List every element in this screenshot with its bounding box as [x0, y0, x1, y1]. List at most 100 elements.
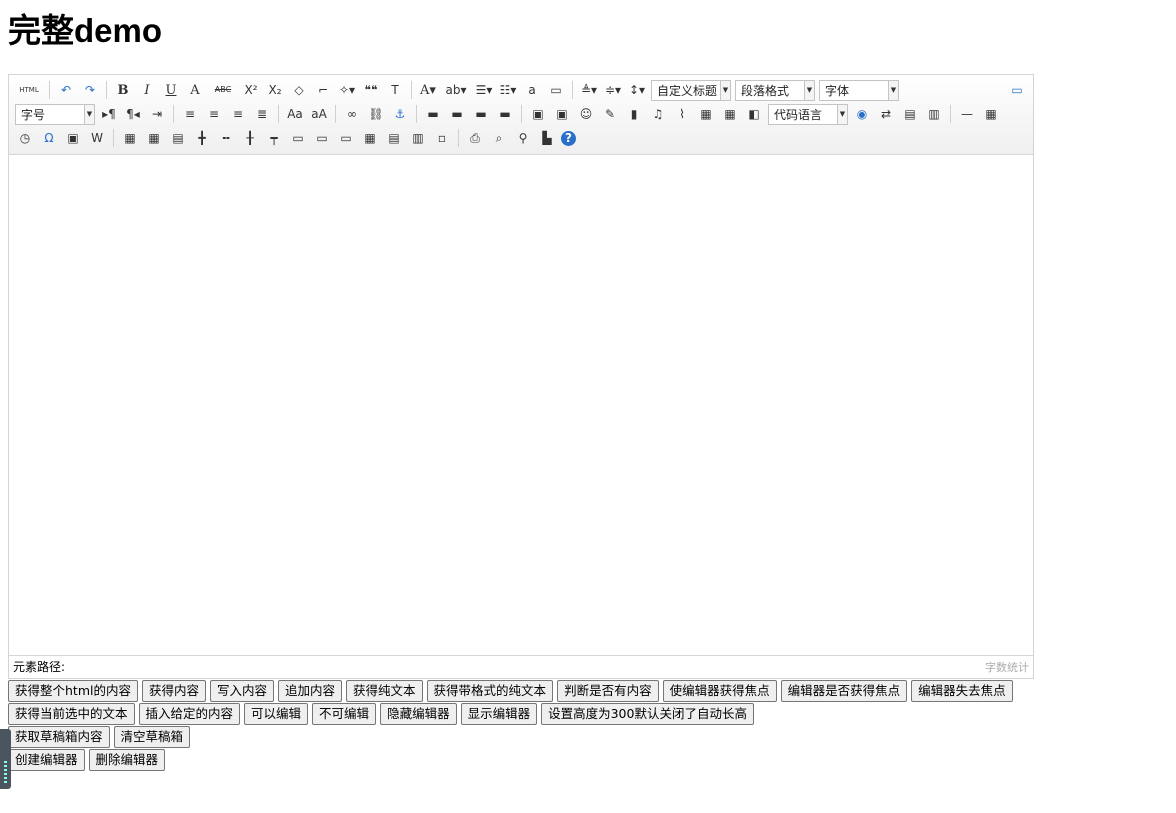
bold-icon[interactable]: B [113, 80, 133, 100]
action-button-row1-6[interactable]: 判断是否有内容 [557, 680, 659, 702]
split-to-cols-icon[interactable]: ▥ [408, 128, 428, 148]
snapscreen-icon[interactable]: ▣ [63, 128, 83, 148]
paste-plain-icon[interactable]: T [385, 80, 405, 100]
charts-icon[interactable]: ▫ [432, 128, 452, 148]
action-button-row4-1[interactable]: 删除编辑器 [88, 749, 166, 771]
auto-typeset-icon[interactable]: ✧▾ [337, 80, 357, 100]
paragraph-format-select[interactable]: 段落格式 ▼ [735, 79, 815, 101]
underline-icon[interactable]: U [161, 80, 181, 100]
font-family-select[interactable]: 字体 ▼ [819, 79, 899, 101]
delete-row-icon[interactable]: ╍ [216, 128, 236, 148]
subscript-icon[interactable]: X₂ [265, 80, 285, 100]
action-button-row1-2[interactable]: 写入内容 [210, 680, 275, 702]
preview-icon[interactable]: ⌕ [489, 128, 509, 148]
blockquote-icon[interactable]: ❝❝ [361, 80, 381, 100]
action-button-row2-2[interactable]: 可以编辑 [244, 703, 309, 725]
insert-frame-icon[interactable]: ◧ [744, 104, 764, 124]
template-icon[interactable]: ▤ [900, 104, 920, 124]
page-break-icon[interactable]: ⇄ [876, 104, 896, 124]
custom-heading-select[interactable]: 自定义标题 ▼ [651, 79, 731, 101]
format-match-icon[interactable]: ⌐ [313, 80, 333, 100]
time-icon[interactable]: ◷ [15, 128, 35, 148]
editor-content-area[interactable] [9, 155, 1033, 655]
action-button-row1-3[interactable]: 追加内容 [278, 680, 343, 702]
attachment-icon[interactable]: ⌇ [672, 104, 692, 124]
emotion-icon[interactable]: ☺ [576, 104, 596, 124]
action-button-row1-9[interactable]: 编辑器失去焦点 [911, 680, 1013, 702]
music-icon[interactable]: ♫ [648, 104, 668, 124]
image-left-icon[interactable]: ▬ [447, 104, 467, 124]
ordered-list-icon[interactable]: ☰▾ [474, 80, 494, 100]
redo-icon[interactable]: ↷ [80, 80, 100, 100]
select-all-icon[interactable]: a [522, 80, 542, 100]
action-button-row4-0[interactable]: 创建编辑器 [8, 749, 85, 771]
align-justify-icon[interactable]: ≣ [252, 104, 272, 124]
action-button-row1-8[interactable]: 编辑器是否获得焦点 [780, 680, 908, 702]
link-icon[interactable]: ∞ [342, 104, 362, 124]
font-size-select[interactable]: 字号 ▼ [15, 103, 95, 125]
insert-image-icon[interactable]: ▣ [552, 104, 572, 124]
split-to-cells-icon[interactable]: ▦ [360, 128, 380, 148]
print-icon[interactable]: ⎙ [465, 128, 485, 148]
undo-icon[interactable]: ↶ [56, 80, 76, 100]
superscript-icon[interactable]: X² [241, 80, 261, 100]
eraser-icon[interactable]: ◇ [289, 80, 309, 100]
gmap-icon[interactable]: ▦ [720, 104, 740, 124]
action-button-row2-5[interactable]: 显示编辑器 [460, 703, 538, 725]
simple-upload-icon[interactable]: ▣ [528, 104, 548, 124]
align-right-icon[interactable]: ≡ [228, 104, 248, 124]
web-app-icon[interactable]: ◉ [852, 104, 872, 124]
background-icon[interactable]: ▥ [924, 104, 944, 124]
action-button-row2-4[interactable]: 隐藏编辑器 [380, 703, 457, 725]
action-button-row3-0[interactable]: 获取草稿箱内容 [8, 726, 110, 748]
font-border-icon[interactable]: A [185, 80, 205, 100]
indent-icon[interactable]: ⇥ [147, 104, 167, 124]
italic-icon[interactable]: I [137, 80, 157, 100]
action-button-row2-6[interactable]: 设置高度为300默认关闭了自动长高 [541, 703, 754, 725]
search-replace-icon[interactable]: ⚲ [513, 128, 533, 148]
direction-rtl-icon[interactable]: ¶◂ [123, 104, 143, 124]
action-button-row1-7[interactable]: 使编辑器获得焦点 [662, 680, 777, 702]
align-center-icon[interactable]: ≡ [204, 104, 224, 124]
merge-down-icon[interactable]: ▭ [336, 128, 356, 148]
insert-table-icon[interactable]: ▦ [120, 128, 140, 148]
to-lowercase-icon[interactable]: aA [309, 104, 329, 124]
unlink-icon[interactable]: ⛓ [366, 104, 386, 124]
horizontal-rule-icon[interactable]: — [957, 104, 977, 124]
scrawl-icon[interactable]: ✎ [600, 104, 620, 124]
clear-doc-icon[interactable]: ▭ [546, 80, 566, 100]
image-none-icon[interactable]: ▬ [423, 104, 443, 124]
action-button-row2-3[interactable]: 不可编辑 [312, 703, 377, 725]
delete-col-icon[interactable]: ┯ [264, 128, 284, 148]
source-html-icon[interactable]: HTML [15, 80, 43, 100]
backcolor-icon[interactable]: ab▾ [442, 80, 470, 100]
direction-ltr-icon[interactable]: ▸¶ [99, 104, 119, 124]
delete-table-icon[interactable]: ▦ [144, 128, 164, 148]
map-icon[interactable]: ▦ [696, 104, 716, 124]
forecolor-icon[interactable]: A▾ [418, 80, 438, 100]
anchor-icon[interactable]: ⚓ [390, 104, 410, 124]
merge-right-icon[interactable]: ▭ [312, 128, 332, 148]
insert-paragraph-before-table-icon[interactable]: ▤ [168, 128, 188, 148]
to-uppercase-icon[interactable]: Aa [285, 104, 305, 124]
strikethrough-icon[interactable]: ABC [209, 80, 237, 100]
date-icon[interactable]: ▦ [981, 104, 1001, 124]
action-button-row2-1[interactable]: 插入给定的内容 [138, 703, 241, 725]
action-button-row1-5[interactable]: 获得带格式的纯文本 [426, 680, 554, 702]
insert-video-icon[interactable]: ▮ [624, 104, 644, 124]
align-left-icon[interactable]: ≡ [180, 104, 200, 124]
insert-row-icon[interactable]: ╋ [192, 128, 212, 148]
row-spacing-bottom-icon[interactable]: ≑▾ [603, 80, 623, 100]
action-button-row1-4[interactable]: 获得纯文本 [346, 680, 423, 702]
unordered-list-icon[interactable]: ☷▾ [498, 80, 518, 100]
row-spacing-top-icon[interactable]: ≜▾ [579, 80, 599, 100]
code-language-select[interactable]: 代码语言 ▼ [768, 103, 848, 125]
merge-cells-icon[interactable]: ▭ [288, 128, 308, 148]
insert-col-icon[interactable]: ╂ [240, 128, 260, 148]
image-center-icon[interactable]: ▬ [495, 104, 515, 124]
action-button-row3-1[interactable]: 清空草稿箱 [113, 726, 191, 748]
split-to-rows-icon[interactable]: ▤ [384, 128, 404, 148]
action-button-row1-1[interactable]: 获得内容 [141, 680, 206, 702]
image-right-icon[interactable]: ▬ [471, 104, 491, 124]
fullscreen-icon[interactable]: ▭ [1007, 80, 1027, 100]
